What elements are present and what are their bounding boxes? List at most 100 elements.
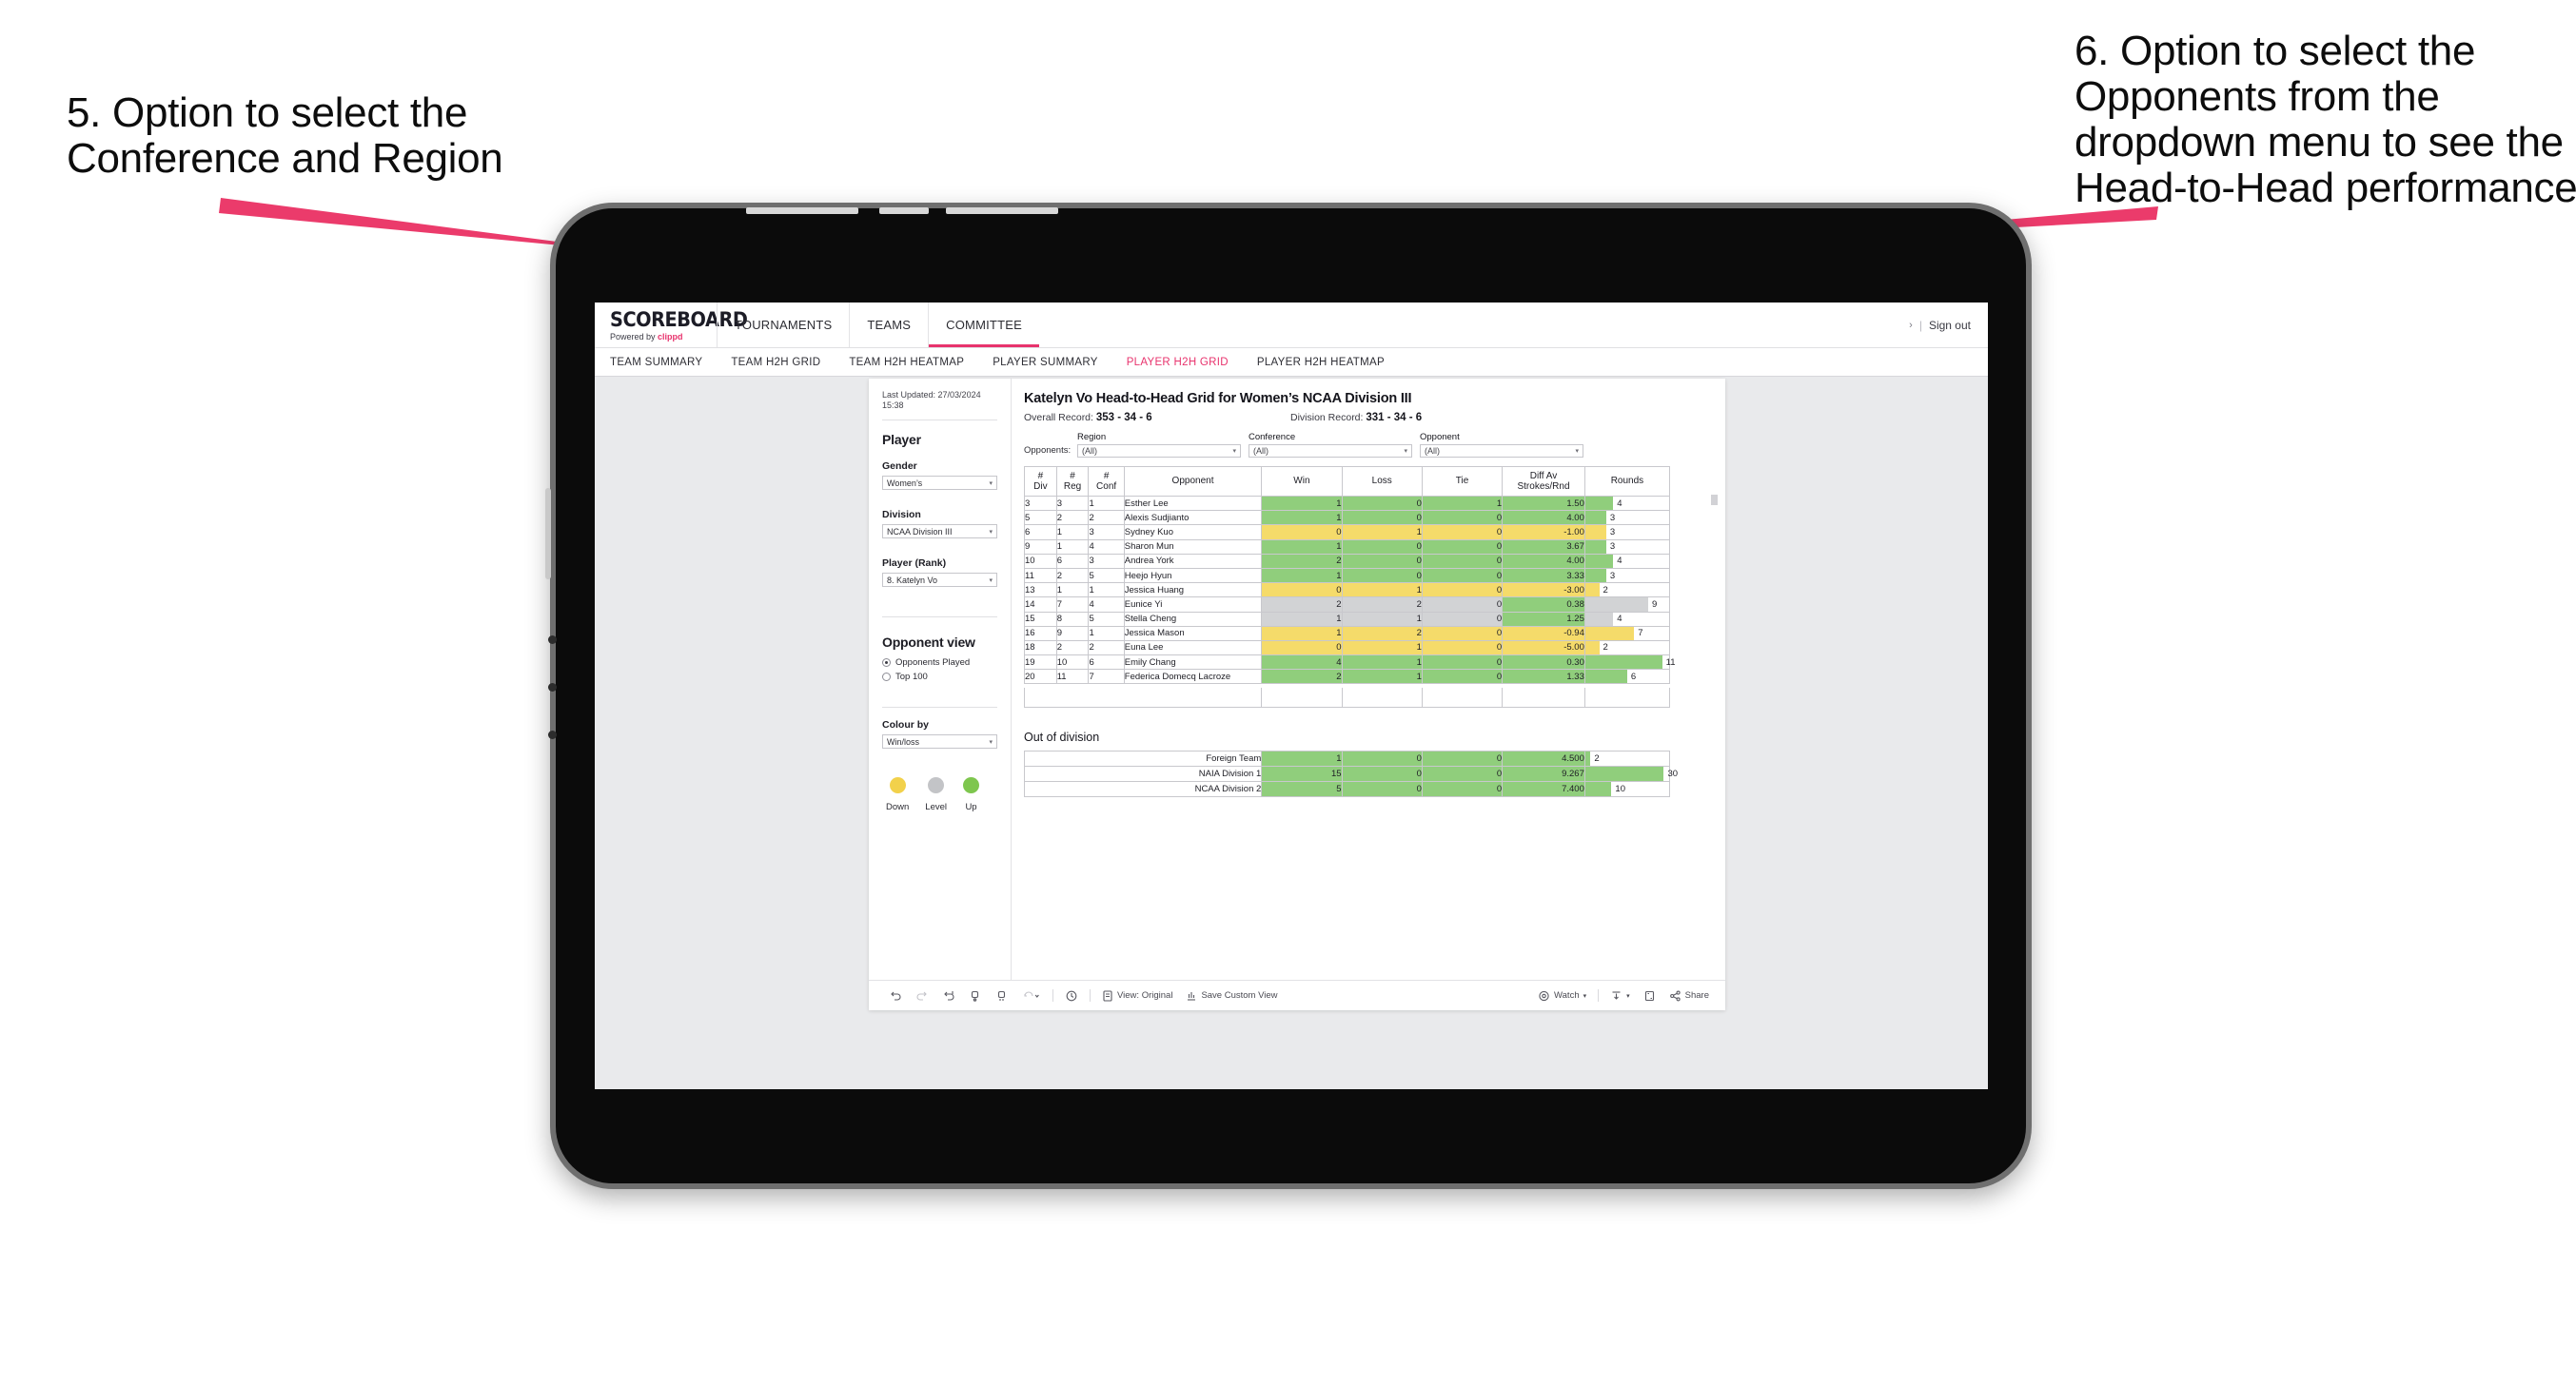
radio-opponents-played[interactable]: Opponents Played xyxy=(882,657,997,668)
table-scrollbar[interactable] xyxy=(1711,495,1718,505)
redo-button[interactable] xyxy=(909,989,935,1003)
subnav-team-h2h-grid[interactable]: TEAM H2H GRID xyxy=(731,357,841,368)
pause-refresh-button[interactable] xyxy=(962,989,989,1003)
opponent-filter-value: (All) xyxy=(1425,446,1440,456)
cell-diff: 1.25 xyxy=(1502,611,1585,627)
top-navigation: TOURNAMENTS TEAMS COMMITTEE xyxy=(717,303,1039,347)
watch-button[interactable]: Watch ▾ xyxy=(1531,989,1593,1003)
nav-item-tournaments[interactable]: TOURNAMENTS xyxy=(717,303,849,347)
table-row[interactable]: Foreign Team 1 0 0 4.500 2 xyxy=(1023,751,1671,768)
table-row[interactable]: 10 6 3 Andrea York 2 0 0 4.00 4 xyxy=(1024,553,1671,569)
rounds-value: 9 xyxy=(1651,598,1658,610)
player-rank-select[interactable]: 8. Katelyn Vo ▾ xyxy=(882,573,997,587)
cell-loss: 1 xyxy=(1341,582,1423,598)
visualization-body: Last Updated: 27/03/2024 15:38 Player Ge… xyxy=(869,379,1725,980)
table-row[interactable]: 18 2 2 Euna Lee 0 1 0 -5.00 2 xyxy=(1024,639,1671,656)
subnav-player-h2h-grid[interactable]: PLAYER H2H GRID xyxy=(1127,357,1249,368)
cell-win: 1 xyxy=(1261,611,1343,627)
col-conf-line2: Conf xyxy=(1096,481,1117,492)
cell-rounds: 2 xyxy=(1583,639,1671,656)
table-row[interactable]: 20 11 7 Federica Domecq Lacroze 2 1 0 1.33 6 xyxy=(1024,669,1671,685)
pause-auto-updates-button[interactable] xyxy=(1058,989,1085,1003)
table-row[interactable]: NCAA Division 2 5 0 0 7.400 10 xyxy=(1023,781,1671,798)
cell-loss: 0 xyxy=(1341,553,1423,569)
table-row[interactable]: 19 10 6 Emily Chang 4 1 0 0.30 11 xyxy=(1024,654,1676,671)
table-row[interactable]: NAIA Division 1 15 0 0 9.267 30 xyxy=(1023,766,1678,783)
table-row[interactable]: 9 1 4 Sharon Mun 1 0 0 3.67 3 xyxy=(1024,538,1671,555)
conference-filter-select[interactable]: (All) ▾ xyxy=(1249,444,1412,458)
cell-tie: 0 xyxy=(1421,553,1504,569)
overall-record-label: Overall Record: xyxy=(1024,412,1096,423)
brand-logo[interactable]: SCOREBOARD Powered by clippd xyxy=(595,303,748,347)
cell-tie: 0 xyxy=(1421,524,1504,540)
legend-item-down: Down xyxy=(886,777,909,812)
legend-item-level: Level xyxy=(925,777,947,812)
table-row[interactable]: 15 8 5 Stella Cheng 1 1 0 1.25 4 xyxy=(1024,611,1671,627)
conference-filter: Conference (All) ▾ xyxy=(1249,432,1412,458)
cell-diff: 7.400 xyxy=(1502,781,1585,798)
rounds-bar xyxy=(1584,670,1627,684)
cell-win: 2 xyxy=(1261,669,1343,685)
undo-button[interactable] xyxy=(882,989,909,1003)
save-custom-view-button[interactable]: Save Custom View xyxy=(1179,989,1284,1003)
refresh-button[interactable] xyxy=(989,989,1015,1003)
chevron-down-icon: ▾ xyxy=(1583,992,1587,1000)
rounds-bar xyxy=(1584,655,1662,670)
rounds-value: 4 xyxy=(1617,556,1622,567)
cell-ood-name: Foreign Team xyxy=(1023,751,1263,768)
table-row[interactable]: 14 7 4 Eunice Yi 2 2 0 0.38 9 xyxy=(1024,596,1671,613)
cell-loss: 2 xyxy=(1341,596,1423,613)
table-row[interactable]: 11 2 5 Heejo Hyun 1 0 0 3.33 3 xyxy=(1024,567,1671,584)
fullscreen-button[interactable] xyxy=(1637,989,1662,1003)
download-button[interactable]: ▾ xyxy=(1603,989,1637,1003)
reset-dropdown-button[interactable] xyxy=(1015,989,1048,1003)
share-button[interactable]: Share xyxy=(1662,989,1716,1003)
gender-select[interactable]: Women’s ▾ xyxy=(882,476,997,490)
subnav-player-summary[interactable]: PLAYER SUMMARY xyxy=(993,357,1119,368)
rounds-value: 7 xyxy=(1638,628,1643,639)
cell-div: 19 xyxy=(1024,654,1057,671)
cell-win: 5 xyxy=(1261,781,1343,798)
cell-loss: 0 xyxy=(1341,495,1423,512)
opponent-filter-label: Opponent xyxy=(1420,432,1460,442)
cell-conf: 1 xyxy=(1088,495,1125,512)
region-filter-select[interactable]: (All) ▾ xyxy=(1077,444,1241,458)
cell-reg: 6 xyxy=(1055,553,1090,569)
cell-opponent: Andrea York xyxy=(1123,553,1263,569)
table-row[interactable]: 13 1 1 Jessica Huang 0 1 0 -3.00 2 xyxy=(1024,582,1671,598)
rounds-value: 11 xyxy=(1665,656,1676,668)
filter-sidebar: Last Updated: 27/03/2024 15:38 Player Ge… xyxy=(869,379,1012,980)
radio-on-icon xyxy=(882,658,891,667)
cell-div: 20 xyxy=(1024,669,1057,685)
account-caret-icon[interactable]: › xyxy=(1909,320,1913,331)
subnav-player-h2h-heatmap[interactable]: PLAYER H2H HEATMAP xyxy=(1257,357,1406,368)
division-select[interactable]: NCAA Division III ▾ xyxy=(882,524,997,538)
table-row[interactable]: 6 1 3 Sydney Kuo 0 1 0 -1.00 3 xyxy=(1024,524,1671,540)
subnav-team-summary[interactable]: TEAM SUMMARY xyxy=(610,357,723,368)
nav-item-committee[interactable]: COMMITTEE xyxy=(928,303,1039,347)
colour-by-select[interactable]: Win/loss ▾ xyxy=(882,734,997,749)
visualization-main: Katelyn Vo Head-to-Head Grid for Women’s… xyxy=(1012,379,1725,980)
cell-tie: 0 xyxy=(1421,538,1504,555)
cell-rounds: 4 xyxy=(1583,553,1671,569)
player-section-title: Player xyxy=(882,432,921,447)
radio-top-100[interactable]: Top 100 xyxy=(882,672,997,682)
cell-tie: 0 xyxy=(1421,582,1504,598)
nav-item-teams[interactable]: TEAMS xyxy=(849,303,928,347)
sign-out-link[interactable]: Sign out xyxy=(1929,319,1971,332)
cell-diff: 4.00 xyxy=(1502,510,1585,526)
opponent-filter-select[interactable]: (All) ▾ xyxy=(1420,444,1583,458)
revert-button[interactable] xyxy=(935,989,962,1003)
table-row[interactable]: 3 3 1 Esther Lee 1 0 1 1.50 4 xyxy=(1024,495,1671,512)
table-row[interactable]: 16 9 1 Jessica Mason 1 2 0 -0.94 7 xyxy=(1024,625,1671,641)
cell-tie: 0 xyxy=(1421,625,1504,641)
cell-reg: 2 xyxy=(1055,510,1090,526)
cell-tie: 0 xyxy=(1421,567,1504,584)
table-row[interactable]: 5 2 2 Alexis Sudjianto 1 0 0 4.00 3 xyxy=(1024,510,1671,526)
chevron-down-icon: ▾ xyxy=(989,528,993,536)
cell-tie: 0 xyxy=(1421,766,1504,783)
view-original-button[interactable]: View: Original xyxy=(1095,989,1179,1003)
subnav-team-h2h-heatmap[interactable]: TEAM H2H HEATMAP xyxy=(849,357,985,368)
sub-navigation: TEAM SUMMARY TEAM H2H GRID TEAM H2H HEAT… xyxy=(595,347,1988,377)
rounds-value: 2 xyxy=(1603,584,1608,595)
